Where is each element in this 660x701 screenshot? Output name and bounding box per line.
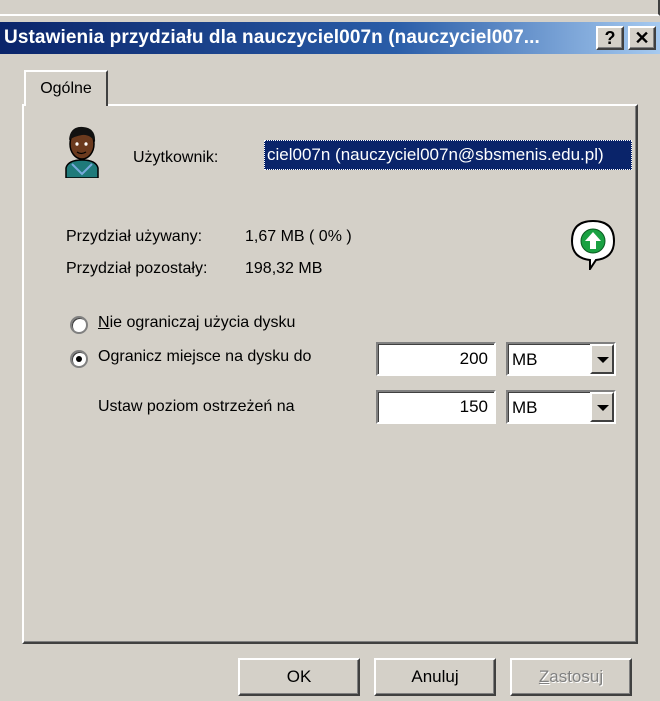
warning-value-input[interactable]: 150	[376, 390, 496, 424]
tab-general-label: Ogólne	[40, 80, 92, 97]
user-label: Użytkownik:	[133, 149, 219, 166]
warning-label: Ustaw poziom ostrzeżeń na	[98, 398, 295, 415]
close-icon: ✕	[634, 27, 650, 48]
quota-used-value: 1,67 MB ( 0% )	[245, 228, 352, 245]
no-limit-radio[interactable]	[70, 316, 88, 334]
cancel-button-label: Anuluj	[411, 667, 459, 686]
limit-radio[interactable]	[70, 350, 88, 368]
background-window-edge	[0, 0, 660, 16]
title-bar[interactable]: Ustawienia przydziału dla nauczyciel007n…	[0, 22, 660, 54]
help-icon: ?	[604, 27, 616, 48]
user-field[interactable]: ciel007n (nauczyciel007n@sbsmenis.edu.pl…	[264, 140, 632, 170]
limit-label[interactable]: Ogranicz miejsce na dysku do	[98, 348, 311, 366]
quota-used-label: Przydział używany:	[66, 228, 203, 245]
chevron-down-icon[interactable]	[590, 344, 614, 374]
limit-unit-select[interactable]: MB	[506, 342, 616, 376]
warning-unit-value: MB	[512, 398, 538, 417]
close-button[interactable]: ✕	[628, 26, 656, 50]
help-button[interactable]: ?	[596, 26, 624, 50]
ok-button[interactable]: OK	[238, 658, 360, 696]
green-up-arrow-icon	[570, 219, 616, 270]
warning-unit-select[interactable]: MB	[506, 390, 616, 424]
quota-remaining-value: 198,32 MB	[245, 260, 323, 277]
ok-button-label: OK	[286, 667, 312, 686]
user-icon	[65, 126, 99, 178]
limit-radio-dot	[76, 356, 82, 362]
warning-value: 150	[459, 397, 488, 416]
apply-button[interactable]: Zastosuj	[510, 658, 632, 696]
apply-button-label: Zastosuj	[538, 667, 604, 686]
chevron-down-icon[interactable]	[590, 392, 614, 422]
window-title: Ustawienia przydziału dla nauczyciel007n…	[4, 27, 540, 48]
tab-general[interactable]: Ogólne	[24, 70, 108, 106]
no-limit-label[interactable]: Nie ograniczaj użycia dysku	[98, 314, 295, 332]
cancel-button[interactable]: Anuluj	[374, 658, 496, 696]
limit-value-input[interactable]: 200	[376, 342, 496, 376]
limit-value: 200	[459, 349, 488, 368]
quota-remaining-label: Przydział pozostały:	[66, 260, 208, 277]
user-value: ciel007n (nauczyciel007n@sbsmenis.edu.pl…	[267, 145, 604, 164]
limit-unit-value: MB	[512, 350, 538, 369]
